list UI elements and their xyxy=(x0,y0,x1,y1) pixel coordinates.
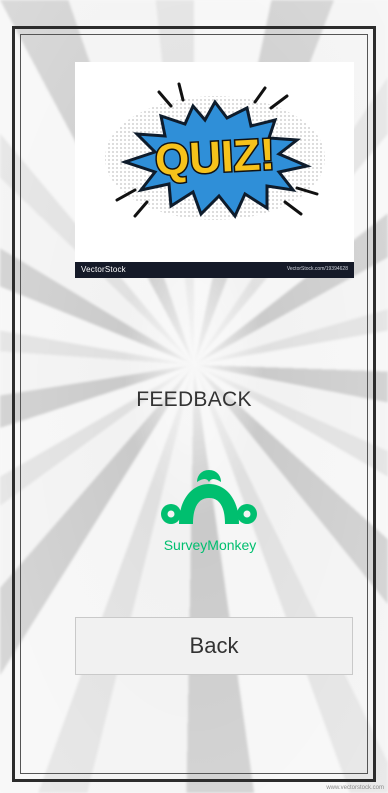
back-button-label: Back xyxy=(189,633,239,658)
feedback-label: FEEDBACK xyxy=(136,388,252,411)
surveymonkey-brand-text[interactable]: SurveyMonkey xyxy=(150,537,270,553)
watermark-bar: VectorStock VectorStock.com/19394628 xyxy=(75,262,354,278)
app-screen: QUIZ! VectorStock VectorStock.com/193946… xyxy=(0,0,388,793)
watermark-logo: VectorStock xyxy=(81,265,126,274)
quiz-burst-text: QUIZ! xyxy=(154,130,276,185)
corner-watermark: www.vectorstock.com xyxy=(326,785,384,791)
quiz-burst-graphic: QUIZ! xyxy=(105,82,325,220)
quiz-banner-image: QUIZ! VectorStock VectorStock.com/193946… xyxy=(75,62,354,278)
back-button[interactable]: Back xyxy=(75,617,353,675)
watermark-url: VectorStock.com/19394628 xyxy=(286,266,348,272)
